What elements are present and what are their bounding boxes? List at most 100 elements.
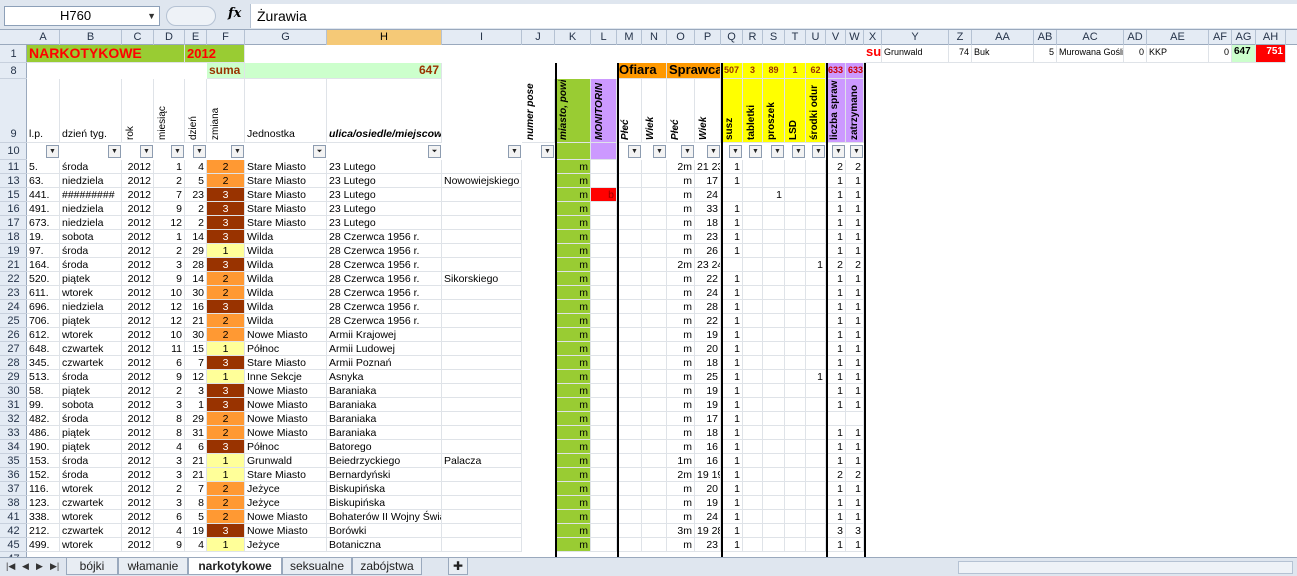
table-cell[interactable]: 17 [695, 174, 721, 188]
filter-button[interactable]: ▼ [653, 145, 666, 158]
row-header[interactable]: 41 [0, 510, 27, 524]
table-cell[interactable] [806, 272, 826, 286]
table-cell[interactable] [442, 160, 522, 174]
table-cell[interactable] [806, 342, 826, 356]
table-cell[interactable]: 1 [207, 454, 245, 468]
table-cell[interactable]: Północ [245, 342, 327, 356]
table-cell[interactable]: 18 [695, 216, 721, 230]
table-cell[interactable]: Jeżyce [245, 482, 327, 496]
table-cell[interactable]: m [555, 300, 591, 314]
table-cell[interactable]: 482. [27, 412, 60, 426]
table-cell[interactable] [442, 202, 522, 216]
count-cell[interactable]: 3 [743, 63, 763, 79]
table-cell[interactable] [763, 258, 785, 272]
table-cell[interactable]: 3 [826, 524, 846, 538]
empty-cell[interactable] [617, 328, 642, 342]
table-cell[interactable]: Asnyka [327, 370, 442, 384]
table-cell[interactable]: 2012 [122, 160, 154, 174]
table-cell[interactable]: 28 Czerwca 1956 r. [327, 272, 442, 286]
table-cell[interactable] [806, 328, 826, 342]
table-cell[interactable]: 1 [846, 314, 864, 328]
table-cell[interactable]: 1 [846, 370, 864, 384]
table-cell[interactable] [591, 468, 617, 482]
table-cell[interactable]: 2012 [122, 202, 154, 216]
empty-cell[interactable] [617, 230, 642, 244]
table-cell[interactable]: 1 [846, 496, 864, 510]
table-cell[interactable]: 1 [846, 300, 864, 314]
table-cell[interactable]: m [667, 510, 695, 524]
row-header[interactable]: 8 [0, 63, 27, 79]
table-cell[interactable] [763, 216, 785, 230]
table-cell[interactable]: 520. [27, 272, 60, 286]
filter-button[interactable]: ▼ [850, 145, 863, 158]
row-header[interactable]: 13 [0, 174, 27, 188]
table-cell[interactable]: piątek [60, 384, 122, 398]
table-cell[interactable]: 1 [721, 440, 743, 454]
table-cell[interactable]: 3 [207, 258, 245, 272]
table-cell[interactable]: 12 [154, 314, 185, 328]
table-cell[interactable]: 26 [695, 244, 721, 258]
table-cell[interactable]: 212. [27, 524, 60, 538]
empty-cell[interactable] [617, 286, 642, 300]
table-cell[interactable]: środa [60, 160, 122, 174]
stat-cell[interactable]: Grunwald [882, 45, 949, 63]
empty-cell[interactable] [642, 202, 667, 216]
table-cell[interactable]: 3m [667, 524, 695, 538]
empty-cell[interactable] [642, 286, 667, 300]
table-cell[interactable]: 4 [154, 440, 185, 454]
column-header-q[interactable]: Q [721, 30, 743, 45]
table-cell[interactable]: 1 [826, 300, 846, 314]
column-header-p[interactable]: P [695, 30, 721, 45]
table-cell[interactable]: m [667, 356, 695, 370]
table-cell[interactable]: 20 [695, 482, 721, 496]
table-cell[interactable]: środa [60, 244, 122, 258]
table-cell[interactable] [806, 286, 826, 300]
table-cell[interactable] [591, 538, 617, 552]
table-cell[interactable] [806, 160, 826, 174]
table-cell[interactable] [442, 384, 522, 398]
table-cell[interactable]: 2 [185, 202, 207, 216]
table-cell[interactable] [743, 370, 763, 384]
table-cell[interactable] [785, 216, 806, 230]
table-cell[interactable] [442, 188, 522, 202]
table-cell[interactable]: 28 Czerwca 1956 r. [327, 286, 442, 300]
table-cell[interactable] [806, 174, 826, 188]
table-cell[interactable]: 2012 [122, 300, 154, 314]
table-cell[interactable] [591, 440, 617, 454]
table-cell[interactable]: m [555, 468, 591, 482]
formula-bar-expand-control[interactable] [166, 6, 216, 26]
table-cell[interactable]: 6 [185, 440, 207, 454]
table-cell[interactable]: 3 [207, 202, 245, 216]
table-cell[interactable]: 1 [826, 216, 846, 230]
table-cell[interactable] [763, 412, 785, 426]
table-cell[interactable]: 9 [154, 538, 185, 552]
empty-cell[interactable] [642, 314, 667, 328]
table-cell[interactable]: 1 [826, 202, 846, 216]
column-header-m[interactable]: M [617, 30, 642, 45]
table-cell[interactable]: Batorego [327, 440, 442, 454]
table-cell[interactable]: m [555, 160, 591, 174]
table-cell[interactable] [591, 258, 617, 272]
table-cell[interactable] [785, 188, 806, 202]
table-cell[interactable] [743, 244, 763, 258]
row-header[interactable]: 28 [0, 356, 27, 370]
table-cell[interactable]: Nowe Miasto [245, 412, 327, 426]
table-cell[interactable]: Baraniaka [327, 384, 442, 398]
table-cell[interactable]: 1 [846, 356, 864, 370]
table-cell[interactable]: Grunwald [245, 454, 327, 468]
table-cell[interactable]: niedziela [60, 300, 122, 314]
empty-cell[interactable] [642, 426, 667, 440]
table-cell[interactable] [785, 370, 806, 384]
table-cell[interactable]: 1 [207, 538, 245, 552]
table-cell[interactable] [785, 538, 806, 552]
table-cell[interactable] [763, 524, 785, 538]
table-cell[interactable]: 2 [154, 384, 185, 398]
horizontal-scrollbar[interactable] [958, 561, 1293, 574]
table-cell[interactable]: 2012 [122, 440, 154, 454]
empty-cell[interactable] [642, 440, 667, 454]
table-cell[interactable]: 2m [667, 258, 695, 272]
table-cell[interactable] [743, 384, 763, 398]
empty-cell[interactable] [617, 174, 642, 188]
table-cell[interactable]: 1 [721, 230, 743, 244]
table-cell[interactable]: 3 [154, 454, 185, 468]
